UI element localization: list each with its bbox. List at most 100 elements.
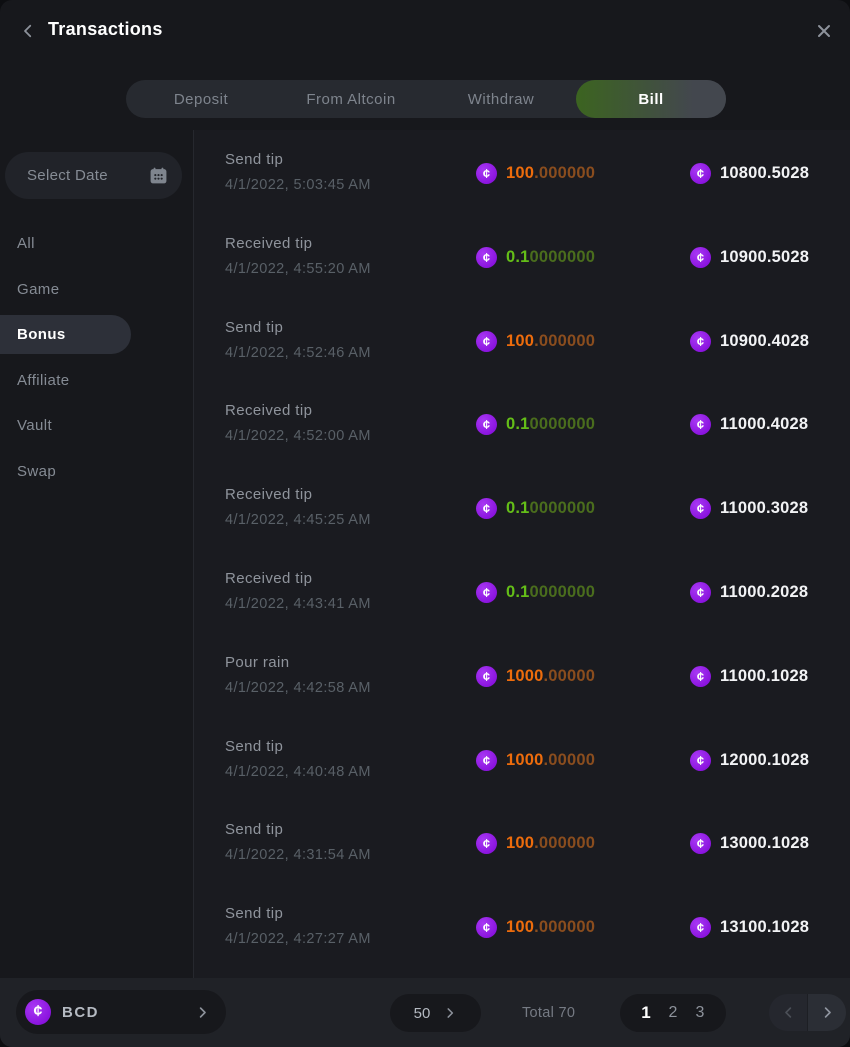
sidebar-item-game[interactable]: Game [0, 267, 140, 313]
transaction-datetime: 4/1/2022, 4:31:54 AM [225, 846, 476, 865]
page-button-3[interactable]: 3 [690, 998, 710, 1028]
bcd-coin-icon [690, 582, 711, 603]
chevron-right-icon [195, 1005, 210, 1020]
modal-header: Transactions [0, 0, 850, 60]
transaction-type: Send tip [225, 150, 476, 170]
tab-from-altcoin[interactable]: From Altcoin [276, 80, 426, 118]
page-button-1[interactable]: 1 [636, 998, 656, 1028]
footer-bar: BCD 50 Total 70 123 [0, 978, 850, 1047]
sidebar-item-bonus[interactable]: Bonus [0, 315, 131, 354]
bcd-coin-icon [690, 498, 711, 519]
bcd-coin-icon [690, 247, 711, 268]
transaction-type: Received tip [225, 401, 476, 421]
total-count: Total 70 [522, 978, 575, 1047]
transaction-datetime: 4/1/2022, 4:52:00 AM [225, 427, 476, 446]
transaction-row: Received tip 4/1/2022, 4:52:00 AM 0.1000… [194, 391, 850, 475]
transaction-amount: 100.000000 [476, 833, 690, 854]
page-size-value: 50 [414, 1005, 431, 1022]
transaction-balance: 13000.1028 [690, 833, 809, 854]
transaction-amount: 0.10000000 [476, 414, 690, 435]
transaction-row: Received tip 4/1/2022, 4:55:20 AM 0.1000… [194, 224, 850, 308]
bcd-coin-icon [476, 498, 497, 519]
transaction-amount: 0.10000000 [476, 582, 690, 603]
bcd-coin-icon [476, 917, 497, 938]
transaction-amount: 1000.00000 [476, 750, 690, 771]
transaction-type: Received tip [225, 234, 476, 254]
bcd-coin-icon [476, 666, 497, 687]
transaction-balance: 10900.5028 [690, 247, 809, 268]
bcd-coin-icon [690, 833, 711, 854]
transactions-modal: Transactions DepositFrom AltcoinWithdraw… [0, 0, 850, 1047]
transaction-row: Received tip 4/1/2022, 4:45:25 AM 0.1000… [194, 475, 850, 559]
transaction-row: Received tip 4/1/2022, 4:43:41 AM 0.1000… [194, 559, 850, 643]
sidebar-item-affiliate[interactable]: Affiliate [0, 358, 140, 404]
chevron-right-icon [443, 1006, 457, 1020]
next-page-icon[interactable] [808, 994, 846, 1031]
bcd-coin-icon [476, 247, 497, 268]
tab-bill[interactable]: Bill [576, 80, 726, 118]
close-icon[interactable] [812, 19, 836, 43]
pagination-arrows [769, 994, 846, 1031]
transaction-balance: 11000.4028 [690, 414, 808, 435]
currency-label: BCD [62, 1004, 99, 1021]
transaction-row: Send tip 4/1/2022, 4:27:27 AM 100.000000… [194, 894, 850, 978]
currency-selector[interactable]: BCD [16, 990, 226, 1034]
transaction-datetime: 4/1/2022, 4:55:20 AM [225, 260, 476, 279]
transaction-type: Send tip [225, 737, 476, 757]
transaction-balance: 11000.1028 [690, 666, 808, 687]
bcd-coin-icon [476, 331, 497, 352]
calendar-icon [149, 166, 168, 185]
transaction-type: Send tip [225, 318, 476, 338]
sidebar: Select Date AllGameBonus AffiliateVaultSw… [0, 130, 193, 978]
transaction-row: Send tip 4/1/2022, 4:52:46 AM 100.000000… [194, 308, 850, 392]
transaction-type: Received tip [225, 569, 476, 589]
transaction-row: Send tip 4/1/2022, 5:03:45 AM 100.000000… [194, 140, 850, 224]
transaction-balance: 12000.1028 [690, 750, 809, 771]
bcd-coin-icon [476, 163, 497, 184]
back-icon[interactable] [16, 19, 40, 43]
filter-nav: AllGameBonus AffiliateVaultSwap [0, 221, 193, 494]
bcd-coin-icon [690, 666, 711, 687]
transaction-list: Send tip 4/1/2022, 5:03:45 AM 100.000000… [193, 130, 850, 978]
select-date-label: Select Date [27, 167, 108, 184]
transaction-datetime: 4/1/2022, 4:27:27 AM [225, 930, 476, 949]
transaction-balance: 11000.2028 [690, 582, 808, 603]
transaction-datetime: 4/1/2022, 4:40:48 AM [225, 763, 476, 782]
transaction-balance: 10800.5028 [690, 163, 809, 184]
transaction-datetime: 4/1/2022, 4:52:46 AM [225, 344, 476, 363]
tab-deposit[interactable]: Deposit [126, 80, 276, 118]
bcd-coin-icon [476, 750, 497, 771]
transaction-type: Pour rain [225, 653, 476, 673]
bcd-coin-icon [476, 833, 497, 854]
select-date-button[interactable]: Select Date [5, 152, 182, 199]
transaction-amount: 100.000000 [476, 331, 690, 352]
transaction-row: Pour rain 4/1/2022, 4:42:58 AM 1000.0000… [194, 643, 850, 727]
transaction-balance: 13100.1028 [690, 917, 809, 938]
page-title: Transactions [48, 19, 163, 40]
bcd-coin-icon [476, 582, 497, 603]
transaction-amount: 100.000000 [476, 163, 690, 184]
bcd-coin-icon [690, 414, 711, 435]
bcd-coin-icon [690, 163, 711, 184]
page-button-2[interactable]: 2 [663, 998, 683, 1028]
transaction-row: Send tip 4/1/2022, 4:31:54 AM 100.000000… [194, 810, 850, 894]
bcd-coin-icon [25, 999, 51, 1025]
transaction-amount: 0.10000000 [476, 498, 690, 519]
transaction-type: Send tip [225, 820, 476, 840]
bcd-coin-icon [690, 331, 711, 352]
sidebar-item-swap[interactable]: Swap [0, 449, 140, 495]
pagination: 123 [620, 994, 726, 1032]
sidebar-item-all[interactable]: All [0, 221, 140, 267]
bcd-coin-icon [690, 750, 711, 771]
sidebar-item-vault[interactable]: Vault [0, 403, 140, 449]
transaction-type: Received tip [225, 485, 476, 505]
bcd-coin-icon [690, 917, 711, 938]
transaction-balance: 11000.3028 [690, 498, 808, 519]
page-size-selector[interactable]: 50 [390, 994, 481, 1032]
tab-withdraw[interactable]: Withdraw [426, 80, 576, 118]
transaction-datetime: 4/1/2022, 4:43:41 AM [225, 595, 476, 614]
prev-page-icon[interactable] [769, 994, 808, 1031]
transaction-datetime: 4/1/2022, 4:45:25 AM [225, 511, 476, 530]
transaction-amount: 0.10000000 [476, 247, 690, 268]
transaction-datetime: 4/1/2022, 4:42:58 AM [225, 679, 476, 698]
